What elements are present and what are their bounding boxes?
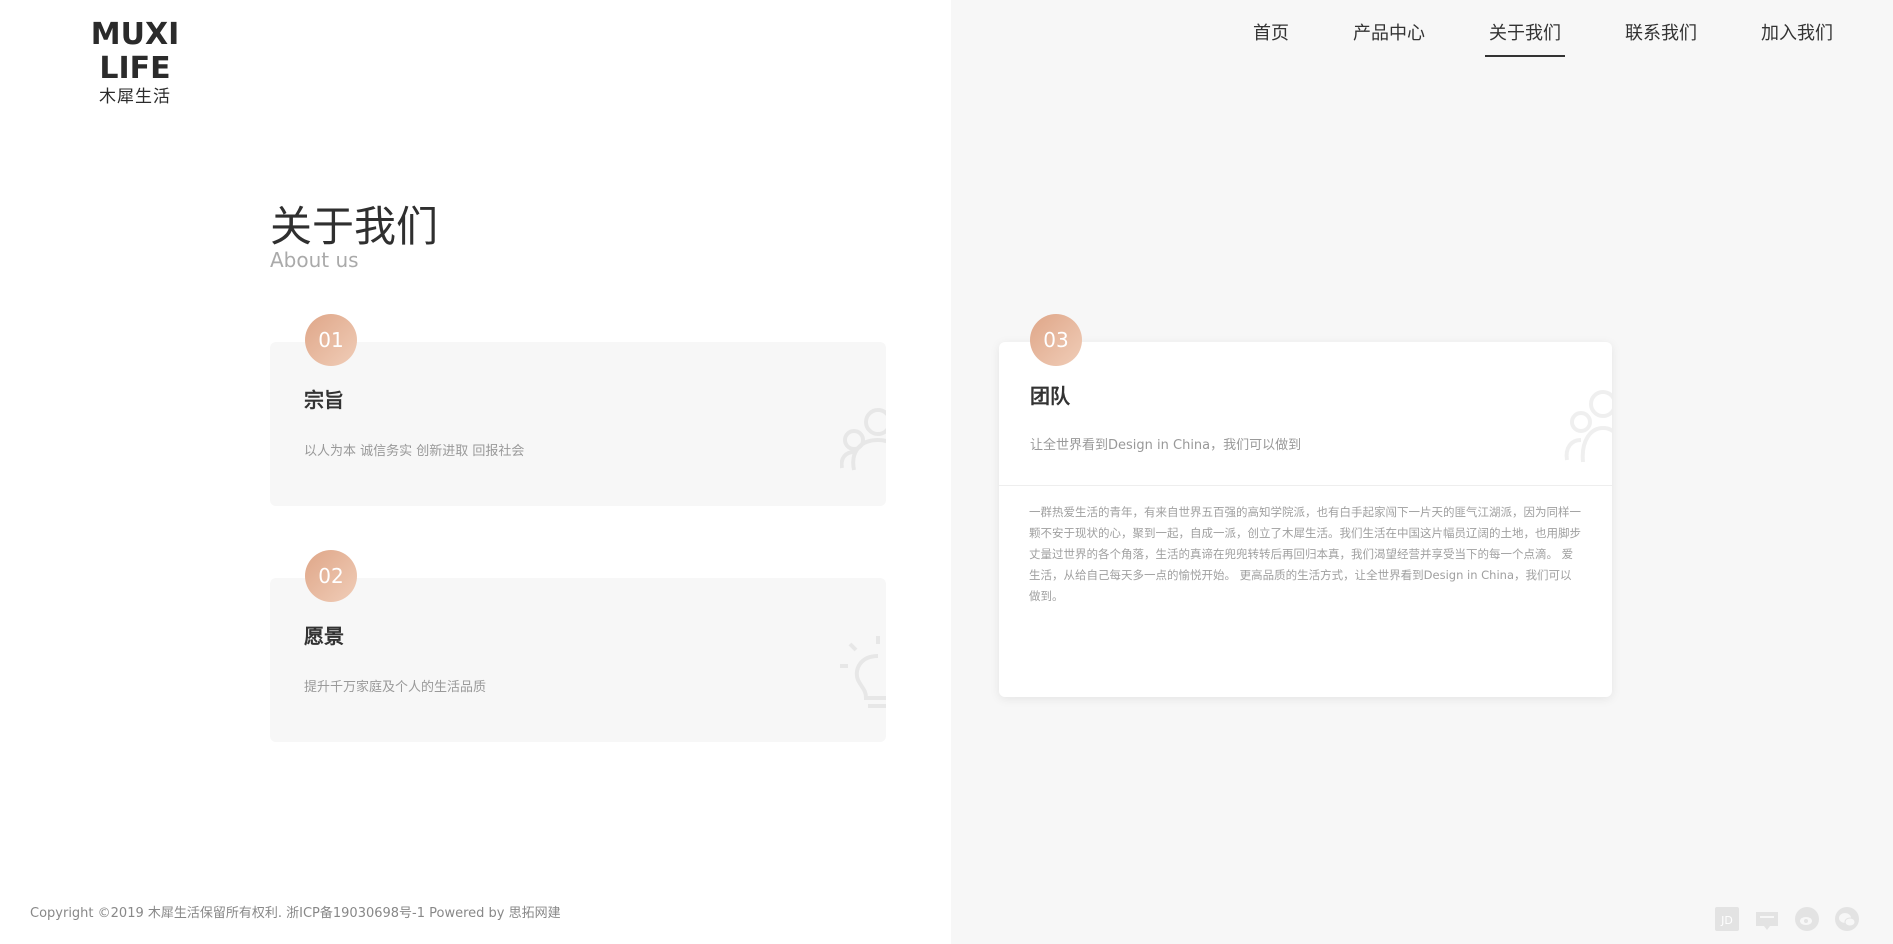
card-text: 让全世界看到Design in China，我们可以做到 — [1030, 438, 1302, 453]
page-title: 关于我们 — [270, 202, 439, 251]
main-nav: 首页 产品中心 关于我们 联系我们 加入我们 — [1189, 0, 1833, 60]
card-vision[interactable]: 愿景 提升千万家庭及个人的生活品质 — [270, 578, 886, 742]
jd-icon[interactable]: JD — [1714, 906, 1740, 932]
card-title: 宗旨 — [304, 388, 344, 412]
card-text: 提升千万家庭及个人的生活品质 — [304, 680, 487, 695]
social-links: JD — [1714, 906, 1860, 932]
weibo-icon[interactable] — [1794, 906, 1820, 932]
card-text: 以人为本 诚信务实 创新进取 回报社会 — [304, 444, 525, 459]
card-title: 愿景 — [304, 624, 344, 648]
nav-item-about[interactable]: 关于我们 — [1485, 0, 1565, 60]
card-team[interactable]: 团队 让全世界看到Design in China，我们可以做到 一群热爱生活的青… — [999, 342, 1612, 697]
card-description: 一群热爱生活的青年，有来自世界五百强的高知学院派，也有白手起家闯下一片天的匪气江… — [1029, 505, 1581, 603]
tmall-icon[interactable] — [1754, 906, 1780, 932]
logo-english: MUXI LIFE — [90, 17, 180, 86]
card-purpose[interactable]: 宗旨 以人为本 诚信务实 创新进取 回报社会 — [270, 342, 886, 506]
logo-chinese: 木犀生活 — [99, 87, 171, 107]
nav-item-home[interactable]: 首页 — [1253, 0, 1289, 60]
footer-copyright: Copyright ©2019 木犀生活保留所有权利. 浙ICP备1903069… — [30, 906, 561, 921]
community-icon — [840, 408, 886, 471]
card-number-badge: 01 — [305, 314, 357, 366]
divider — [999, 485, 1612, 486]
logo[interactable]: MUXI LIFE 木犀生活 — [59, 18, 211, 108]
nav-item-contact[interactable]: 联系我们 — [1625, 0, 1697, 60]
card-number-badge: 02 — [305, 550, 357, 602]
nav-item-join[interactable]: 加入我们 — [1761, 0, 1833, 60]
jd-icon-label: JD — [1720, 914, 1733, 927]
page-subtitle: About us — [270, 248, 359, 272]
card-title: 团队 — [1030, 384, 1070, 408]
team-icon — [1564, 390, 1612, 463]
nav-item-products[interactable]: 产品中心 — [1353, 0, 1425, 60]
wechat-icon[interactable] — [1834, 906, 1860, 932]
card-number-badge: 03 — [1030, 314, 1082, 366]
lightbulb-icon — [840, 636, 886, 708]
